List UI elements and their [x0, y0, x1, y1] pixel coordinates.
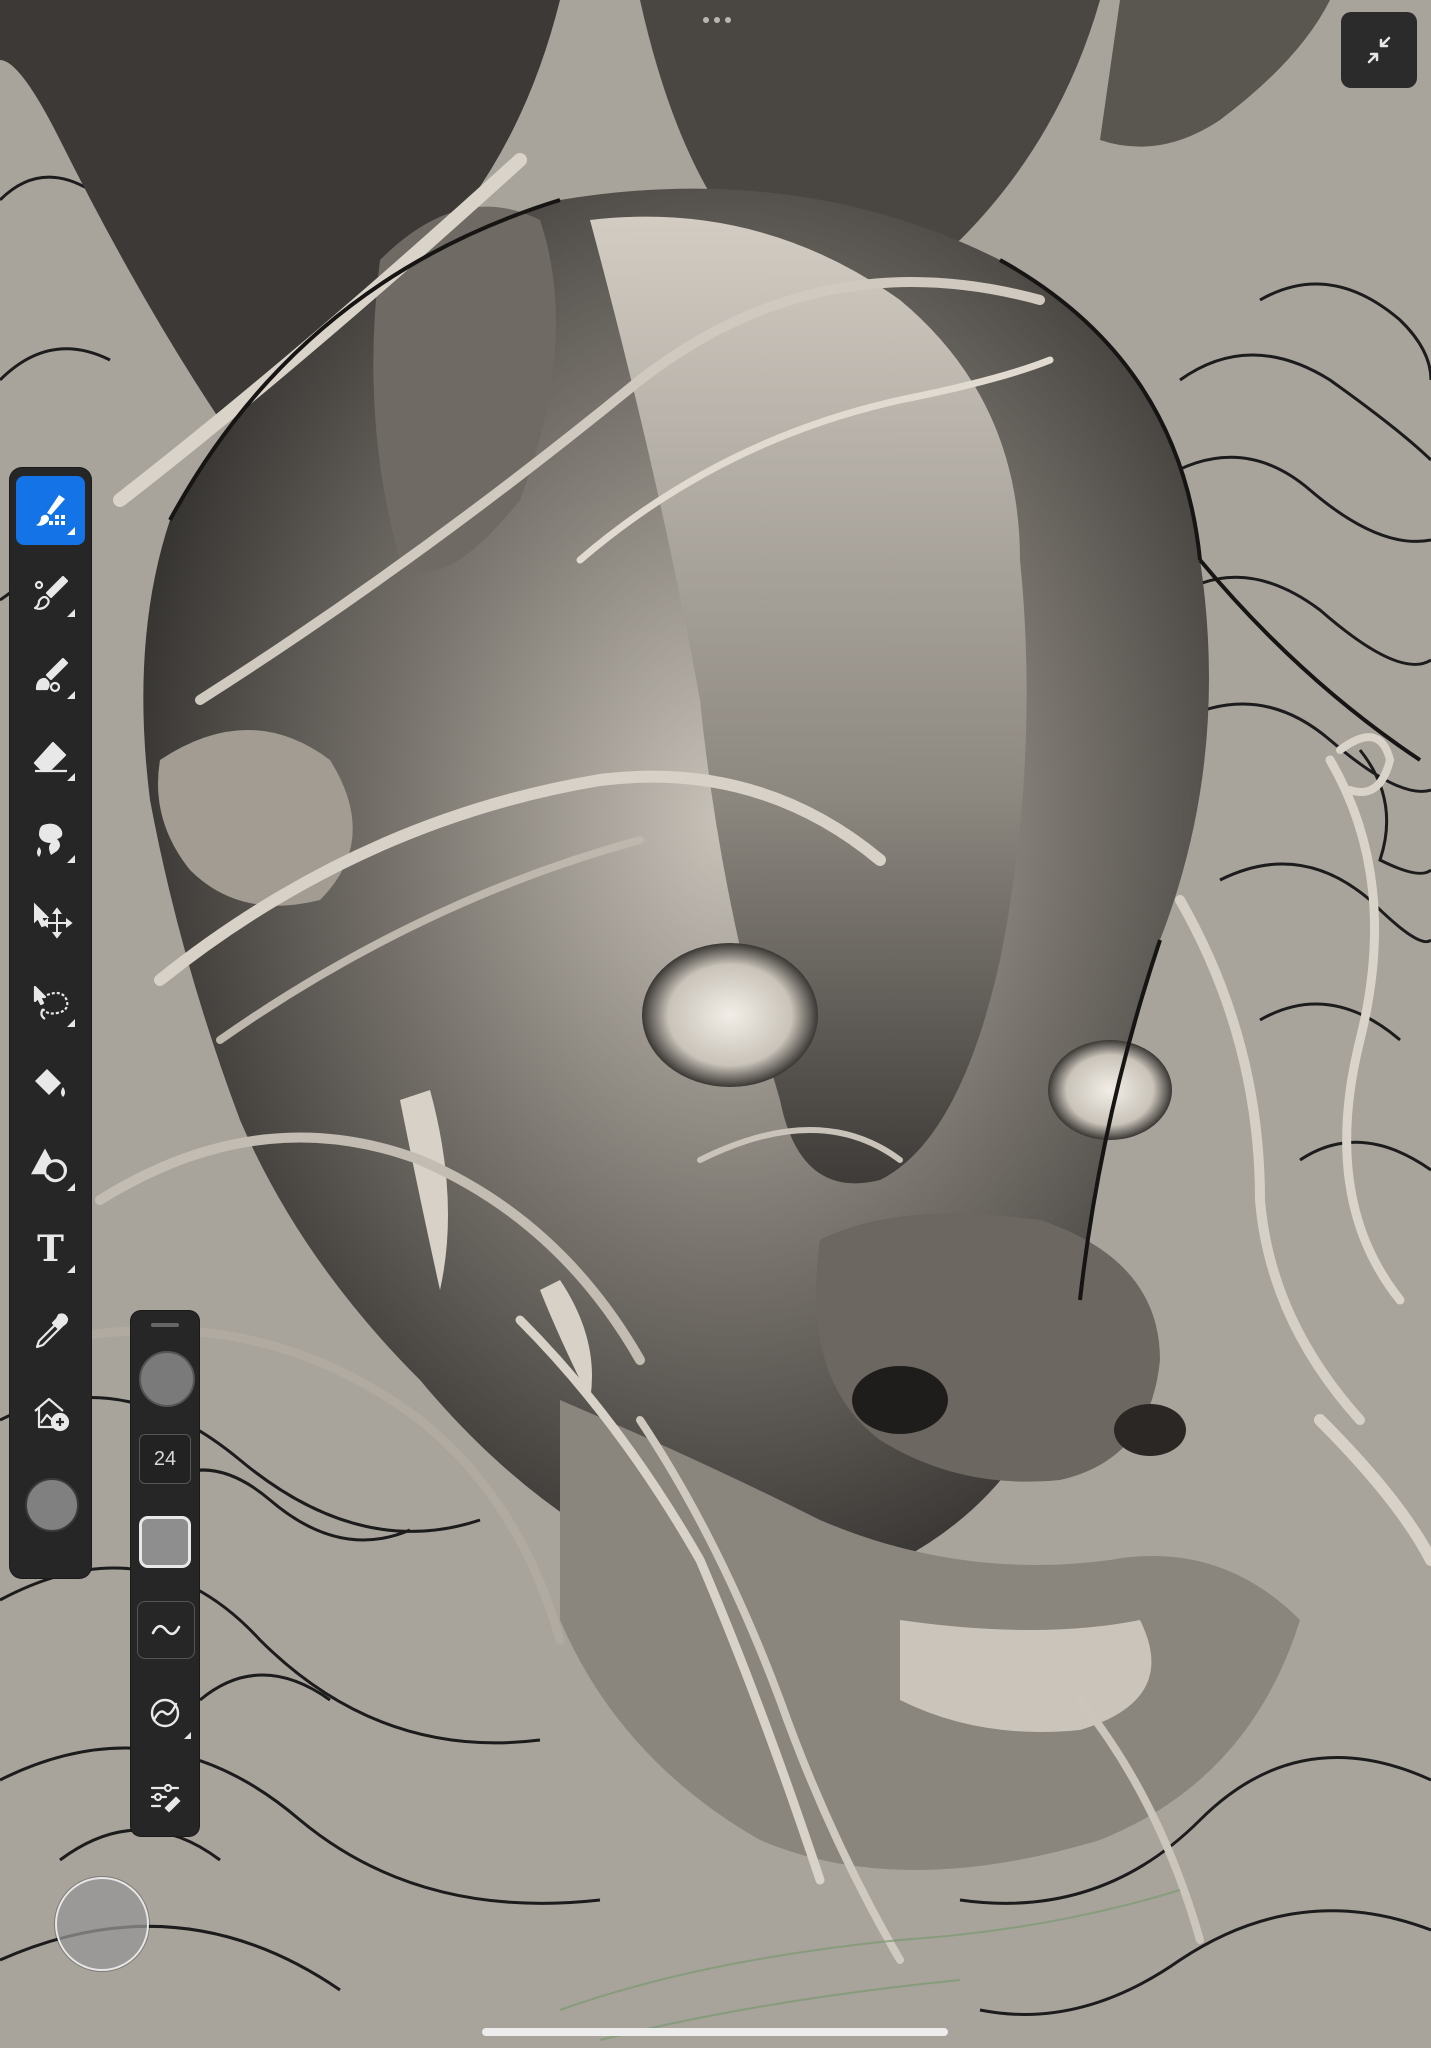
text-tool[interactable]: T [16, 1214, 85, 1283]
fill-tool[interactable] [16, 1050, 85, 1119]
text-icon: T [37, 1227, 64, 1270]
collapse-arrows-icon [1367, 36, 1391, 64]
collapse-view-button[interactable] [1341, 12, 1417, 88]
brush-settings-icon [150, 1783, 181, 1813]
fill-bucket-icon [34, 1068, 65, 1097]
submenu-indicator [67, 691, 75, 699]
vector-brush-tool[interactable] [16, 640, 85, 709]
shapes-icon [30, 1147, 67, 1182]
current-color-swatch[interactable] [25, 1478, 79, 1532]
eraser-tool[interactable] [16, 722, 85, 791]
lasso-tool[interactable] [16, 968, 85, 1037]
submenu-indicator [67, 773, 75, 781]
eyedropper-icon [35, 1312, 68, 1348]
transform-icon [33, 902, 73, 939]
smudge-tool[interactable] [16, 804, 85, 873]
touch-modifier-button[interactable] [55, 1877, 149, 1971]
handle-dot [703, 17, 709, 23]
smudge-icon [36, 823, 62, 857]
brush-settings-panel: 24 [131, 1311, 199, 1836]
pressure-dynamics-icon [150, 1698, 180, 1728]
brush-settings-button[interactable] [137, 1769, 193, 1825]
live-brush-icon [33, 575, 68, 610]
smoothing-button[interactable] [137, 1601, 195, 1659]
brush-opacity-swatch[interactable] [139, 1516, 191, 1568]
handle-dot [725, 17, 731, 23]
submenu-indicator [67, 1265, 75, 1273]
brush-size-preview[interactable] [139, 1351, 195, 1407]
live-brush-tool[interactable] [16, 558, 85, 627]
submenu-indicator [67, 1183, 75, 1191]
submenu-indicator [67, 1019, 75, 1027]
pixel-brush-tool[interactable] [16, 476, 85, 545]
lasso-icon [33, 985, 68, 1020]
submenu-indicator [184, 1732, 191, 1739]
drawing-canvas[interactable] [0, 0, 1431, 2048]
shapes-tool[interactable] [16, 1132, 85, 1201]
transform-tool[interactable] [16, 886, 85, 955]
vector-brush-icon [35, 657, 68, 692]
submenu-indicator [67, 609, 75, 617]
panel-grabber[interactable] [151, 1323, 179, 1327]
brush-size-field[interactable]: 24 [139, 1434, 191, 1484]
place-image-icon [33, 1397, 69, 1431]
tool-bar: T [10, 468, 91, 1578]
place-image-tool[interactable] [16, 1378, 85, 1447]
handle-dot [714, 17, 720, 23]
eraser-icon [33, 741, 67, 772]
eyedropper-tool[interactable] [16, 1296, 85, 1365]
submenu-indicator [67, 855, 75, 863]
smoothing-icon [151, 1624, 181, 1636]
home-indicator[interactable] [482, 2028, 948, 2036]
multitasking-handle[interactable] [698, 14, 736, 26]
submenu-indicator [67, 527, 75, 535]
pressure-dynamics-button[interactable] [137, 1685, 193, 1741]
pixel-brush-icon [35, 494, 65, 526]
